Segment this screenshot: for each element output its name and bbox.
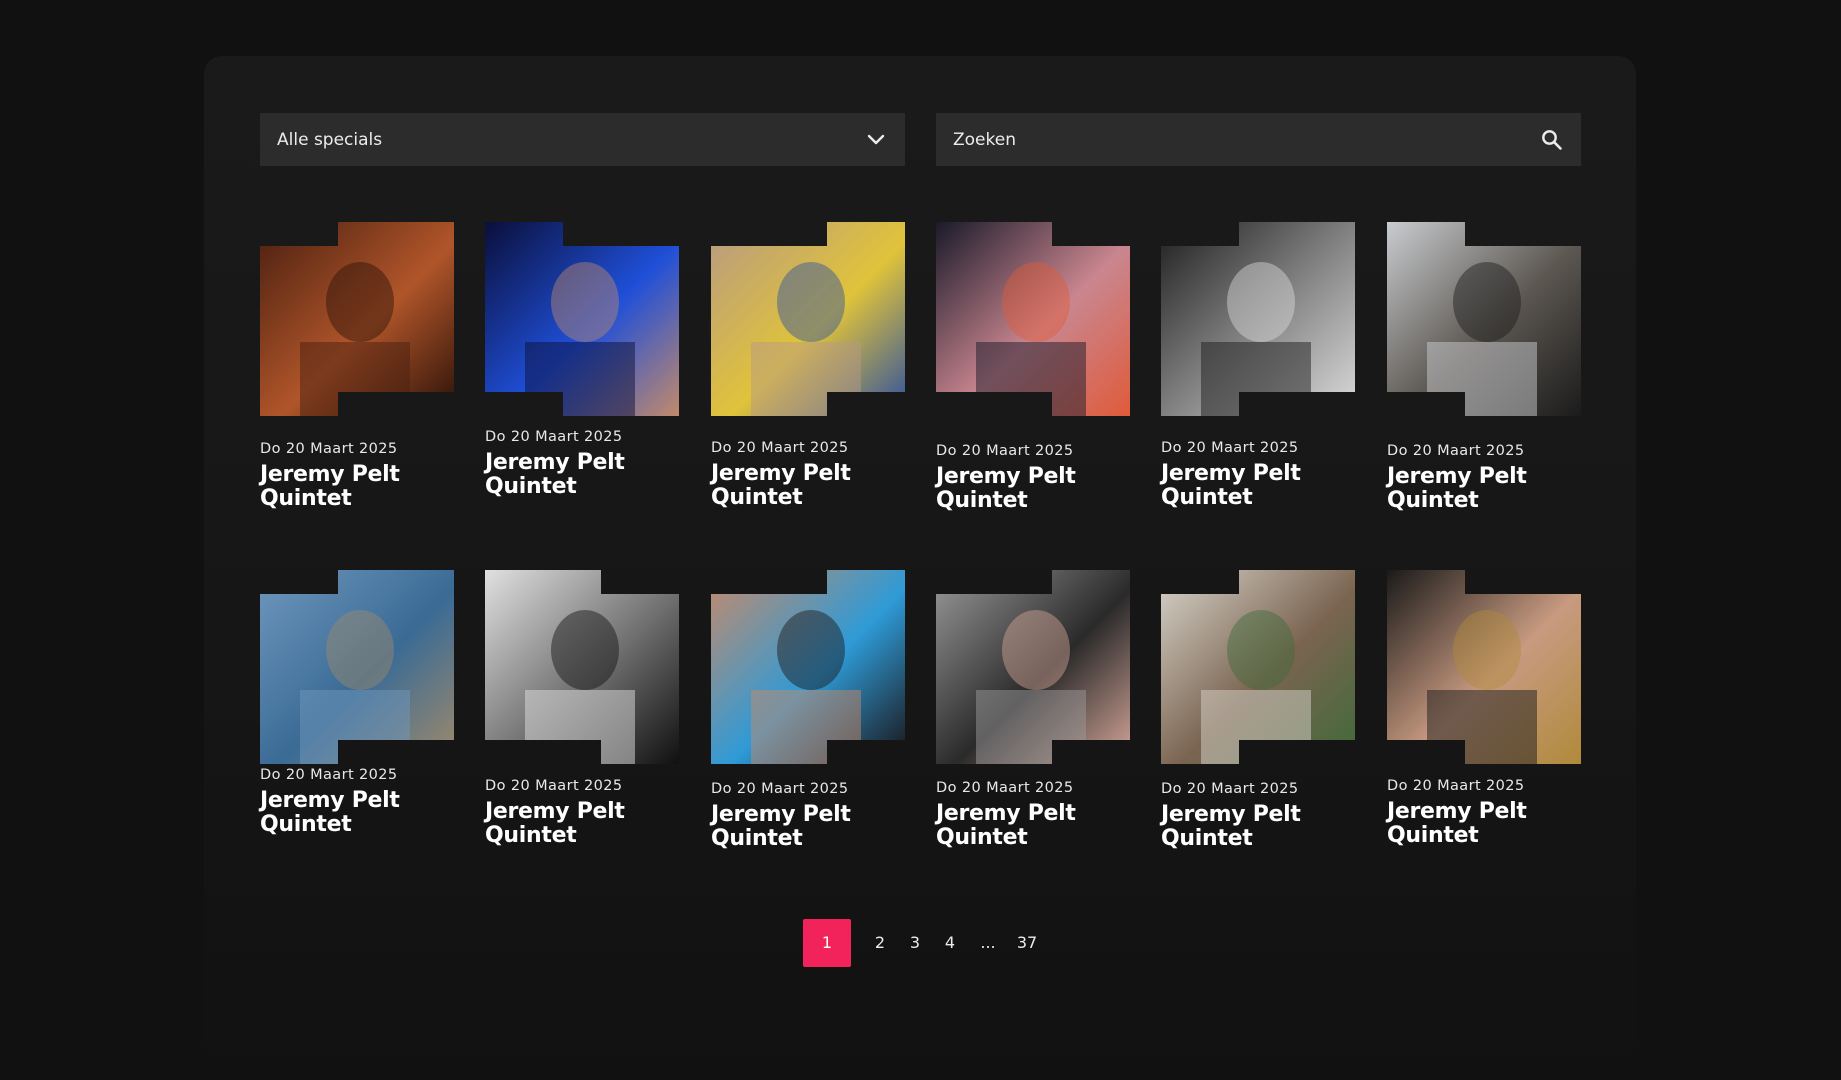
event-image[interactable] [260, 222, 454, 416]
event-date: Do 20 Maart 2025 [936, 443, 1074, 459]
search-icon[interactable] [1540, 128, 1564, 152]
event-date: Do 20 Maart 2025 [711, 440, 849, 456]
pagination-ellipsis: ... [980, 933, 996, 952]
singer-blue-light-photo [485, 222, 679, 416]
event-card[interactable]: Do 20 Maart 2025 Jeremy Pelt Quintet [936, 222, 1130, 522]
page-link-37[interactable]: 37 [1013, 919, 1041, 967]
filter-bar: Alle specials [260, 113, 1581, 166]
event-title[interactable]: Jeremy Pelt Quintet [260, 463, 410, 511]
seated-group-photo [711, 222, 905, 416]
event-card[interactable]: Do 20 Maart 2025 Jeremy Pelt Quintet [485, 222, 679, 522]
flute-player-photo [1161, 570, 1355, 764]
event-image[interactable] [711, 570, 905, 764]
event-card[interactable]: Do 20 Maart 2025 Jeremy Pelt Quintet [1161, 570, 1355, 870]
event-image[interactable] [260, 570, 454, 764]
band-group-photo [936, 570, 1130, 764]
chevron-down-icon [864, 128, 888, 152]
event-date: Do 20 Maart 2025 [1161, 781, 1299, 797]
page-link-4[interactable]: 4 [943, 919, 957, 967]
event-card[interactable]: Do 20 Maart 2025 Jeremy Pelt Quintet [1161, 222, 1355, 522]
blue-eyeshadow-portrait-photo [711, 570, 905, 764]
specials-select[interactable]: Alle specials [260, 113, 905, 166]
man-with-scarf-photo [1387, 222, 1581, 416]
event-title[interactable]: Jeremy Pelt Quintet [936, 802, 1086, 850]
event-date: Do 20 Maart 2025 [260, 767, 398, 783]
event-image[interactable] [1387, 222, 1581, 416]
event-card[interactable]: Do 20 Maart 2025 Jeremy Pelt Quintet [260, 222, 454, 522]
search-input[interactable] [953, 129, 1540, 150]
saxophonist-portrait-photo [1387, 570, 1581, 764]
event-title[interactable]: Jeremy Pelt Quintet [711, 462, 861, 510]
event-image[interactable] [485, 222, 679, 416]
event-card[interactable]: Do 20 Maart 2025 Jeremy Pelt Quintet [711, 570, 905, 870]
event-image[interactable] [1161, 222, 1355, 416]
event-card[interactable]: Do 20 Maart 2025 Jeremy Pelt Quintet [485, 570, 679, 870]
event-image[interactable] [1161, 570, 1355, 764]
event-image[interactable] [936, 222, 1130, 416]
event-title[interactable]: Jeremy Pelt Quintet [260, 789, 410, 837]
event-date: Do 20 Maart 2025 [260, 441, 398, 457]
page-link-2[interactable]: 2 [873, 919, 887, 967]
event-title[interactable]: Jeremy Pelt Quintet [1161, 803, 1311, 851]
event-image[interactable] [1387, 570, 1581, 764]
event-date: Do 20 Maart 2025 [936, 780, 1074, 796]
event-title[interactable]: Jeremy Pelt Quintet [936, 465, 1086, 513]
event-date: Do 20 Maart 2025 [485, 429, 623, 445]
event-card[interactable]: Do 20 Maart 2025 Jeremy Pelt Quintet [1387, 570, 1581, 870]
event-date: Do 20 Maart 2025 [485, 778, 623, 794]
event-date: Do 20 Maart 2025 [711, 781, 849, 797]
page-link-1[interactable]: 1 [803, 919, 851, 967]
woman-sunglasses-photo [485, 570, 679, 764]
event-date: Do 20 Maart 2025 [1161, 440, 1299, 456]
keyboard-player-photo [936, 222, 1130, 416]
page-link-3[interactable]: 3 [908, 919, 922, 967]
event-title[interactable]: Jeremy Pelt Quintet [1387, 800, 1537, 848]
beach-stage-photo [260, 570, 454, 764]
event-card[interactable]: Do 20 Maart 2025 Jeremy Pelt Quintet [260, 570, 454, 870]
event-card[interactable]: Do 20 Maart 2025 Jeremy Pelt Quintet [1387, 222, 1581, 522]
event-title[interactable]: Jeremy Pelt Quintet [1387, 465, 1537, 513]
specials-select-label: Alle specials [277, 129, 383, 150]
pagination: 1 2 3 4... 37 [0, 919, 1841, 967]
event-date: Do 20 Maart 2025 [1387, 778, 1525, 794]
event-image[interactable] [485, 570, 679, 764]
trumpet-player-photo [260, 222, 454, 416]
event-date: Do 20 Maart 2025 [1387, 443, 1525, 459]
event-title[interactable]: Jeremy Pelt Quintet [485, 800, 635, 848]
event-card[interactable]: Do 20 Maart 2025 Jeremy Pelt Quintet [936, 570, 1130, 870]
event-image[interactable] [711, 222, 905, 416]
search-field[interactable] [936, 113, 1581, 166]
event-title[interactable]: Jeremy Pelt Quintet [485, 451, 635, 499]
event-image[interactable] [936, 570, 1130, 764]
event-title[interactable]: Jeremy Pelt Quintet [711, 803, 861, 851]
singer-black-white-photo [1161, 222, 1355, 416]
event-title[interactable]: Jeremy Pelt Quintet [1161, 462, 1311, 510]
event-card[interactable]: Do 20 Maart 2025 Jeremy Pelt Quintet [711, 222, 905, 522]
